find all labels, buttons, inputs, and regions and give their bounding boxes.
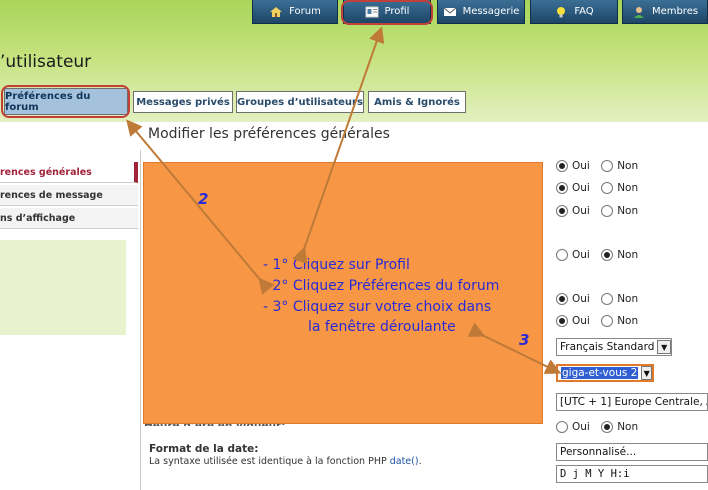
radio-non-label: Non	[617, 160, 639, 172]
date-format-select[interactable]: Personnalisé...	[556, 443, 708, 461]
date-format-label: Format de la date:	[149, 443, 259, 455]
date-format-input[interactable]: D j M Y H:i	[556, 465, 708, 483]
radio-oui-label: Oui	[572, 421, 590, 433]
language-select[interactable]: Français Standard ▼	[556, 338, 672, 356]
page-title: ’utilisateur	[0, 52, 92, 72]
step-number-3: 3	[519, 331, 530, 349]
date-format-desc-suffix: .	[418, 456, 422, 467]
radio-oui-label: Oui	[572, 182, 590, 194]
chevron-down-icon: ▼	[657, 340, 671, 354]
preferences-tab-highlight	[1, 85, 130, 118]
sidebar-item-preferences-message[interactable]: rences de message	[0, 185, 138, 206]
tab-amis-ignores[interactable]: Amis & Ignorés	[368, 91, 466, 113]
radio-oui-label: Oui	[572, 315, 590, 327]
nav-membres-button[interactable]: Membres	[622, 0, 708, 24]
radio-non[interactable]	[601, 421, 614, 433]
user-icon	[633, 6, 644, 18]
sidebar-blank-panel	[0, 240, 126, 335]
radio-non-label: Non	[617, 293, 639, 305]
sidebar-item-options-affichage[interactable]: ns d’affichage	[0, 208, 138, 229]
php-date-link[interactable]: date()	[390, 456, 419, 467]
radio-row-1: Oui Non	[556, 160, 638, 172]
instruction-line-3: - 3° Cliquez sur votre choix dans	[263, 299, 492, 315]
radio-row-3: Oui Non	[556, 205, 638, 217]
radio-oui-label: Oui	[572, 205, 590, 217]
envelope-icon	[443, 7, 456, 16]
radio-oui[interactable]	[556, 160, 568, 172]
nav-faq-label: FAQ	[574, 6, 594, 17]
radio-non[interactable]	[601, 315, 614, 327]
radio-oui[interactable]	[556, 421, 568, 433]
section-heading: Modifier les préférences générales	[148, 126, 390, 142]
radio-non[interactable]	[601, 293, 614, 305]
radio-oui[interactable]	[556, 182, 568, 194]
style-select-value: giga-et-vous 2	[561, 367, 639, 379]
nav-forum-button[interactable]: Forum	[252, 0, 338, 24]
tab-groupes[interactable]: Groupes d’utilisateurs	[236, 91, 364, 113]
instruction-line-4: la fenêtre déroulante	[308, 319, 456, 335]
style-select[interactable]: giga-et-vous 2 ▼	[556, 364, 654, 382]
tab-messages-prives[interactable]: Messages privés	[133, 91, 233, 113]
radio-non-label: Non	[617, 249, 639, 261]
radio-non-label: Non	[617, 182, 639, 194]
nav-forum-label: Forum	[289, 6, 321, 17]
radio-oui[interactable]	[556, 249, 568, 261]
timezone-select[interactable]: [UTC + 1] Europe Centrale, A	[556, 393, 708, 411]
date-format-description: La syntaxe utilisée est identique à la f…	[149, 456, 422, 467]
radio-oui[interactable]	[556, 293, 568, 305]
chevron-down-icon: ▼	[641, 366, 652, 380]
language-select-value: Français Standard	[560, 341, 655, 353]
instruction-line-1: - 1° Cliquez sur Profil	[263, 257, 410, 273]
radio-non-label: Non	[617, 421, 639, 433]
nav-messagerie-label: Messagerie	[462, 6, 520, 17]
radio-oui-label: Oui	[572, 160, 590, 172]
radio-row-4: Oui Non	[556, 249, 638, 261]
radio-non[interactable]	[601, 249, 614, 261]
date-format-desc-text: La syntaxe utilisée est identique à la f…	[149, 456, 390, 467]
radio-oui-label: Oui	[572, 249, 590, 261]
radio-row-2: Oui Non	[556, 182, 638, 194]
instruction-line-2: - 2° Cliquez Préférences du forum	[263, 278, 500, 294]
date-format-select-value: Personnalisé...	[560, 446, 637, 458]
radio-non[interactable]	[601, 205, 614, 217]
radio-row-5: Oui Non	[556, 293, 638, 305]
radio-non[interactable]	[601, 182, 614, 194]
radio-row-6: Oui Non	[556, 315, 638, 327]
radio-non-label: Non	[617, 315, 639, 327]
radio-non-label: Non	[617, 205, 639, 217]
radio-non[interactable]	[601, 160, 614, 172]
radio-oui[interactable]	[556, 205, 568, 217]
timezone-select-value: [UTC + 1] Europe Centrale, A	[560, 396, 708, 408]
nav-messagerie-button[interactable]: Messagerie	[437, 0, 525, 24]
home-icon	[270, 6, 283, 17]
nav-faq-button[interactable]: FAQ	[530, 0, 618, 24]
profil-highlight	[341, 0, 433, 25]
nav-membres-label: Membres	[651, 6, 699, 17]
lightbulb-icon	[557, 6, 566, 17]
sidebar-item-preferences-generales[interactable]: rences générales	[0, 162, 138, 183]
radio-oui[interactable]	[556, 315, 568, 327]
radio-row-7: Oui Non	[556, 421, 638, 433]
radio-oui-label: Oui	[572, 293, 590, 305]
step-number-2: 2	[198, 190, 209, 208]
